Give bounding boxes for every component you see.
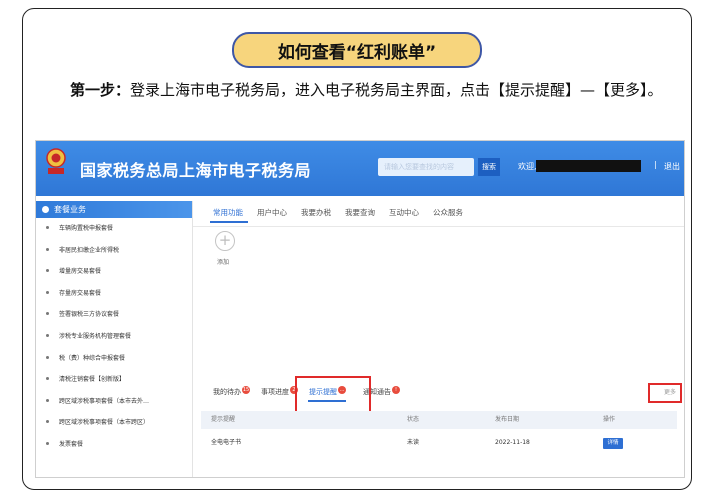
redacted-username bbox=[536, 160, 641, 172]
main-pane: 常用功能 用户中心 我要办税 我要查询 互动中心 公众服务 + 添加 我的待办 15 事项进… bbox=[193, 201, 684, 477]
tax-emblem-icon bbox=[46, 148, 66, 174]
detail-button[interactable]: 详情 bbox=[603, 438, 623, 449]
sidebar: 套餐业务 车辆购置税申报套餐 非居民扣缴企业所得税 增量房交易套餐 存量房交易套… bbox=[36, 201, 193, 477]
tab-divider bbox=[193, 226, 684, 227]
tab-query[interactable]: 我要查询 bbox=[345, 208, 375, 217]
reminders-highlight-box bbox=[295, 376, 371, 416]
bullet-icon bbox=[46, 333, 49, 337]
sidebar-item-label: 车辆购置税申报套餐 bbox=[59, 225, 114, 232]
more-link[interactable]: 更多 bbox=[648, 383, 682, 403]
sidebar-item[interactable]: 发票套餐 bbox=[36, 434, 192, 456]
welcome-text: 欢迎, bbox=[518, 162, 537, 171]
instruction-text: 第一步：登录上海市电子税务局，进入电子税务局主界面，点击【提示提醒】—【更多】。 bbox=[36, 78, 686, 103]
page-title: 如何查看“红利账单” bbox=[232, 32, 482, 68]
row-status: 未读 bbox=[407, 439, 420, 446]
tab-my-todo[interactable]: 我的待办 15 bbox=[213, 386, 250, 397]
sidebar-item-label: 涉税专业服务机构管理套餐 bbox=[59, 332, 132, 340]
count-badge: 15 bbox=[242, 386, 250, 394]
sidebar-item-label: 跨区域涉税事项套餐（本市去外… bbox=[59, 397, 150, 405]
header-separator: | bbox=[654, 160, 657, 169]
package-icon bbox=[42, 206, 49, 213]
tab-progress[interactable]: 事项进度 2 bbox=[261, 386, 298, 397]
sidebar-item[interactable]: 存量房交易套餐 bbox=[36, 283, 192, 305]
count-badge: ! bbox=[392, 386, 400, 394]
sidebar-heading-label: 套餐业务 bbox=[54, 205, 86, 214]
sidebar-item[interactable]: 签署银税三方协议套餐 bbox=[36, 304, 192, 326]
col-header: 操作 bbox=[603, 416, 616, 423]
tab-label: 事项进度 bbox=[261, 388, 289, 396]
bullet-icon bbox=[46, 420, 49, 424]
add-label: 添加 bbox=[217, 259, 230, 266]
page-title-text: 如何查看“红利账单” bbox=[277, 42, 437, 63]
tab-interaction[interactable]: 互动中心 bbox=[389, 208, 419, 217]
bullet-icon bbox=[46, 269, 49, 273]
sidebar-item-label: 清税注销套餐【创新版】 bbox=[59, 376, 126, 384]
sidebar-item[interactable]: 非居民扣缴企业所得税 bbox=[36, 240, 192, 262]
tab-public-service[interactable]: 公众服务 bbox=[433, 208, 463, 217]
portal-brand: 国家税务总局上海市电子税务局 bbox=[80, 161, 312, 180]
sidebar-item[interactable]: 跨区域涉税事项套餐（本市跨区） bbox=[36, 412, 192, 434]
sidebar-item-label: 跨区域涉税事项套餐（本市跨区） bbox=[59, 419, 150, 427]
step-label: 第一步： bbox=[70, 81, 131, 99]
step-text: 登录上海市电子税务局，进入电子税务局主界面，点击【提示提醒】—【更多】。 bbox=[130, 81, 663, 99]
bullet-icon bbox=[46, 312, 49, 316]
bullet-icon bbox=[46, 226, 49, 229]
sidebar-item[interactable]: 跨区域涉税事项套餐（本市去外… bbox=[36, 391, 192, 413]
sidebar-item-label: 非居民扣缴企业所得税 bbox=[59, 246, 120, 254]
tab-user-center[interactable]: 用户中心 bbox=[257, 208, 287, 217]
sidebar-item-label: 税（费）种综合申报套餐 bbox=[59, 354, 126, 362]
active-tab-indicator bbox=[210, 221, 248, 223]
col-header: 发布日期 bbox=[495, 416, 520, 423]
add-icon[interactable]: + bbox=[215, 231, 235, 251]
row-date: 2022-11-18 bbox=[495, 439, 530, 446]
table-header: 提示提醒 状态 发布日期 操作 bbox=[201, 411, 677, 429]
bullet-icon bbox=[46, 377, 49, 381]
sidebar-item-label: 发票套餐 bbox=[59, 440, 84, 448]
sidebar-item-label: 增量房交易套餐 bbox=[59, 268, 102, 276]
sidebar-item[interactable]: 清税注销套餐【创新版】 bbox=[36, 369, 192, 391]
bullet-icon bbox=[46, 441, 49, 445]
row-title[interactable]: 全电电子书 bbox=[211, 433, 241, 453]
table-row: 全电电子书 未读 2022-11-18 详情 bbox=[201, 433, 677, 453]
bullet-icon bbox=[46, 398, 49, 402]
portal-header: 国家税务总局上海市电子税务局 请输入您要查找的内容 搜索 欢迎, | 退出 bbox=[36, 141, 684, 196]
logout-link[interactable]: 退出 bbox=[664, 161, 680, 172]
sidebar-item[interactable]: 车辆购置税申报套餐 bbox=[36, 218, 192, 240]
tab-label: 我的待办 bbox=[213, 388, 241, 396]
search-button[interactable]: 搜索 bbox=[478, 158, 500, 176]
bullet-icon bbox=[46, 355, 49, 359]
sidebar-item[interactable]: 税（费）种综合申报套餐 bbox=[36, 348, 192, 370]
col-header: 状态 bbox=[407, 416, 420, 423]
sidebar-heading[interactable]: 套餐业务 bbox=[36, 201, 192, 218]
sidebar-item-label: 签署银税三方协议套餐 bbox=[59, 311, 120, 319]
top-tabs: 常用功能 用户中心 我要办税 我要查询 互动中心 公众服务 bbox=[213, 207, 477, 218]
tab-common[interactable]: 常用功能 bbox=[213, 208, 243, 217]
tax-portal-screenshot: 国家税务总局上海市电子税务局 请输入您要查找的内容 搜索 欢迎, | 退出 套餐… bbox=[35, 140, 685, 478]
sidebar-item[interactable]: 涉税专业服务机构管理套餐 bbox=[36, 326, 192, 348]
bullet-icon bbox=[46, 290, 49, 294]
bullet-icon bbox=[46, 247, 49, 251]
tab-tax-handling[interactable]: 我要办税 bbox=[301, 208, 331, 217]
sidebar-item[interactable]: 增量房交易套餐 bbox=[36, 261, 192, 283]
search-input[interactable]: 请输入您要查找的内容 bbox=[378, 158, 474, 176]
col-header: 提示提醒 bbox=[211, 416, 236, 423]
sidebar-item-label: 存量房交易套餐 bbox=[59, 289, 102, 297]
